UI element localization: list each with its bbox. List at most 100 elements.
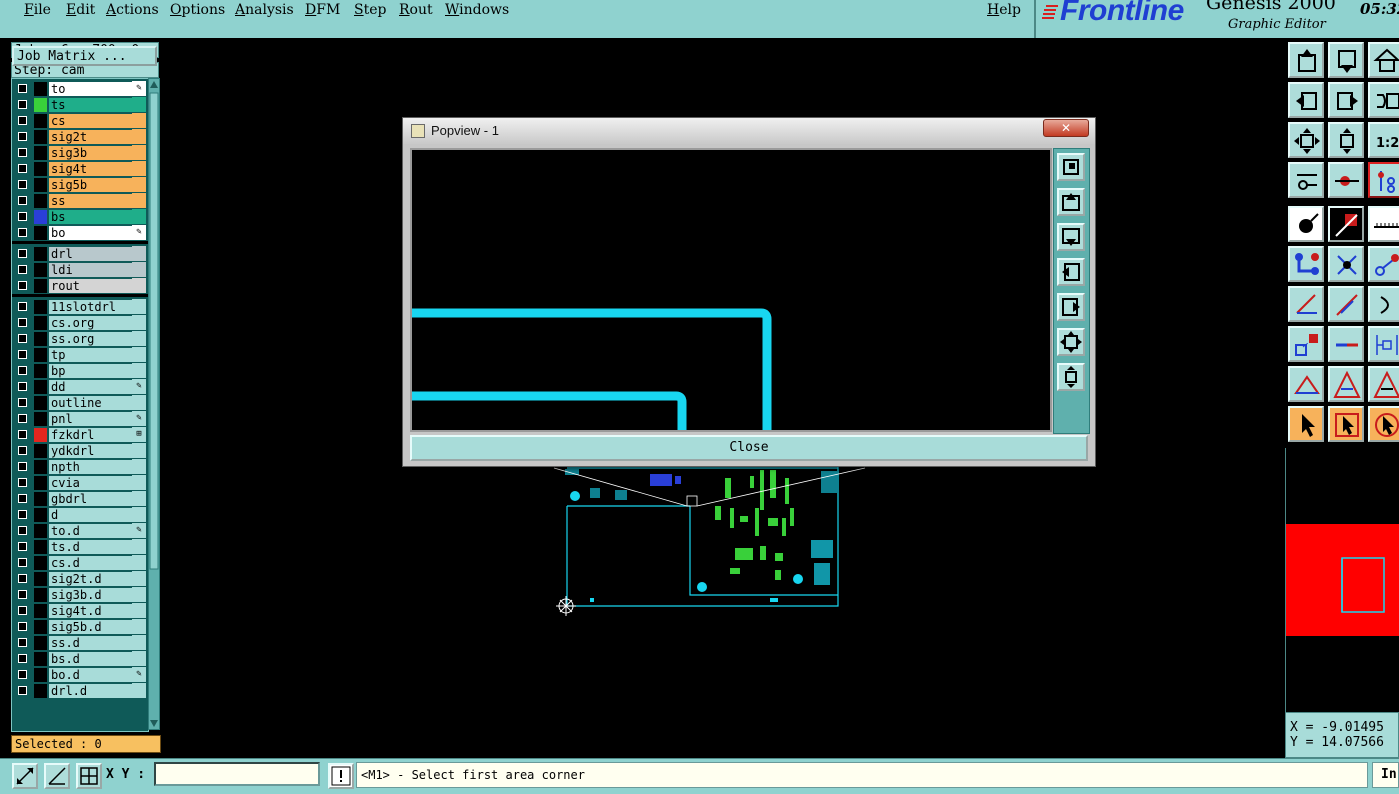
- layer-name[interactable]: sig4t: [49, 162, 133, 176]
- layer-name[interactable]: d: [49, 508, 133, 522]
- snap-icon[interactable]: [1328, 162, 1364, 198]
- layer-row[interactable]: ss.d: [12, 635, 148, 651]
- layer-name[interactable]: ts: [49, 98, 133, 112]
- zoom-previous-icon[interactable]: [1328, 42, 1364, 78]
- layer-checkbox[interactable]: [18, 638, 27, 647]
- layer-row[interactable]: tp: [12, 347, 148, 363]
- layer-color-swatch[interactable]: [34, 130, 47, 144]
- menu-rout[interactable]: Rout: [399, 2, 433, 18]
- layer-name[interactable]: sig3b.d: [49, 588, 133, 602]
- layer-row[interactable]: 11slotdrl: [12, 299, 148, 315]
- layer-color-swatch[interactable]: [34, 572, 47, 586]
- layer-row[interactable]: ss.org: [12, 331, 148, 347]
- pop-fit-all-icon[interactable]: [1057, 328, 1085, 356]
- measure-tools-icon[interactable]: [1288, 162, 1324, 198]
- layer-checkbox[interactable]: [18, 350, 27, 359]
- layer-name[interactable]: ydkdrl: [49, 444, 133, 458]
- layer-row[interactable]: rout: [12, 278, 148, 294]
- dimension-icon[interactable]: [1368, 326, 1399, 362]
- exclamation-icon[interactable]: [328, 763, 354, 789]
- line-angle-icon[interactable]: [1328, 286, 1364, 322]
- layer-row[interactable]: sig2t.d: [12, 571, 148, 587]
- layer-color-swatch[interactable]: [34, 684, 47, 698]
- layer-color-swatch[interactable]: [34, 300, 47, 314]
- layer-checkbox[interactable]: [18, 382, 27, 391]
- connect-icon[interactable]: [1288, 246, 1324, 282]
- layer-color-swatch[interactable]: [34, 162, 47, 176]
- layer-row[interactable]: d: [12, 507, 148, 523]
- layer-color-swatch[interactable]: [34, 396, 47, 410]
- layer-name[interactable]: bs.d: [49, 652, 133, 666]
- layer-row[interactable]: cvia: [12, 475, 148, 491]
- menu-help[interactable]: Help: [987, 2, 1021, 18]
- layer-checkbox[interactable]: [18, 430, 27, 439]
- layer-checkbox[interactable]: [18, 590, 27, 599]
- layer-name[interactable]: npth: [49, 460, 133, 474]
- layer-name[interactable]: cvia: [49, 476, 133, 490]
- pop-pan-down-icon[interactable]: [1057, 223, 1085, 251]
- job-matrix-button[interactable]: Job Matrix ...: [12, 46, 157, 66]
- layer-name[interactable]: sig5b: [49, 178, 133, 192]
- layer-name[interactable]: sig4t.d: [49, 604, 133, 618]
- layer-color-swatch[interactable]: [34, 263, 47, 277]
- layer-name[interactable]: cs: [49, 114, 133, 128]
- layer-row[interactable]: sig5b: [12, 177, 148, 193]
- menu-edit[interactable]: Edit: [66, 2, 95, 18]
- layer-row[interactable]: bs.d: [12, 651, 148, 667]
- layer-name[interactable]: tp: [49, 348, 133, 362]
- layer-checkbox[interactable]: [18, 302, 27, 311]
- arc-icon[interactable]: [1368, 286, 1399, 322]
- layer-checkbox[interactable]: [18, 494, 27, 503]
- select-multi-icon[interactable]: [1368, 406, 1399, 442]
- layer-row[interactable]: sig5b.d: [12, 619, 148, 635]
- layer-row[interactable]: gbdrl: [12, 491, 148, 507]
- popview-close-x-button[interactable]: ✕: [1043, 119, 1089, 137]
- layer-name[interactable]: ldi: [49, 263, 133, 277]
- in-button[interactable]: In: [1372, 762, 1399, 788]
- layer-checkbox[interactable]: [18, 686, 27, 695]
- copy-feature-icon[interactable]: [1288, 326, 1324, 362]
- layer-checkbox[interactable]: [18, 510, 27, 519]
- menu-file[interactable]: File: [24, 2, 51, 18]
- layer-color-swatch[interactable]: [34, 247, 47, 261]
- grid-snap-icon[interactable]: [76, 763, 102, 789]
- zoom-home-icon[interactable]: [1288, 42, 1324, 78]
- layer-color-swatch[interactable]: [34, 556, 47, 570]
- layer-checkbox[interactable]: [18, 196, 27, 205]
- layer-checkbox[interactable]: [18, 265, 27, 274]
- layer-color-swatch[interactable]: [34, 652, 47, 666]
- layer-name[interactable]: sig3b: [49, 146, 133, 160]
- layer-name[interactable]: to: [49, 82, 133, 96]
- pop-fit-vertical-icon[interactable]: [1057, 363, 1085, 391]
- layer-row[interactable]: to ✎: [12, 81, 148, 97]
- layer-name[interactable]: bs: [49, 210, 133, 224]
- select-arrow-icon[interactable]: [1288, 406, 1324, 442]
- layer-color-swatch[interactable]: [34, 604, 47, 618]
- layer-name[interactable]: ss.d: [49, 636, 133, 650]
- layer-name[interactable]: ss: [49, 194, 133, 208]
- layer-row[interactable]: ldi: [12, 262, 148, 278]
- layer-name[interactable]: 11slotdrl: [49, 300, 133, 314]
- layer-color-swatch[interactable]: [34, 178, 47, 192]
- layer-color-swatch[interactable]: [34, 636, 47, 650]
- popview-canvas[interactable]: [410, 148, 1052, 432]
- menu-options[interactable]: Options: [170, 2, 225, 18]
- popview-titlebar[interactable]: Popview - 1 ✕: [403, 118, 1095, 144]
- fit-vertical-icon[interactable]: [1328, 122, 1364, 158]
- layer-name[interactable]: fzkdrl: [49, 428, 133, 442]
- layer-name[interactable]: bo: [49, 226, 133, 240]
- layer-name[interactable]: sig2t.d: [49, 572, 133, 586]
- layer-name[interactable]: to.d: [49, 524, 133, 538]
- layer-name[interactable]: outline: [49, 396, 133, 410]
- layer-row[interactable]: to.d ✎: [12, 523, 148, 539]
- layer-row[interactable]: cs.org: [12, 315, 148, 331]
- layer-row[interactable]: ts.d: [12, 539, 148, 555]
- overview-panel[interactable]: [1285, 448, 1399, 712]
- horizontal-line-icon[interactable]: [1328, 326, 1364, 362]
- move-node-icon[interactable]: [1368, 246, 1399, 282]
- layer-name[interactable]: bo.d: [49, 668, 133, 682]
- delete-cross-icon[interactable]: [1328, 246, 1364, 282]
- layer-row[interactable]: fzkdrl ⊞: [12, 427, 148, 443]
- pan-right-icon[interactable]: [1328, 82, 1364, 118]
- layer-color-swatch[interactable]: [34, 316, 47, 330]
